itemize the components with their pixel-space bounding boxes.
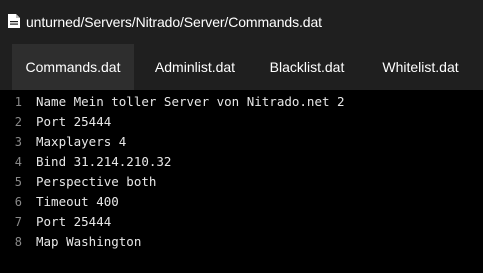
line-text[interactable]: Map Washington [28, 232, 141, 252]
tab-blacklist-dat[interactable]: Blacklist.dat [256, 44, 358, 90]
tab-commands-dat[interactable]: Commands.dat [12, 44, 134, 90]
code-line[interactable]: 5 Perspective both [0, 172, 483, 192]
tab-label: Whitelist.dat [382, 59, 459, 75]
code-line[interactable]: 3 Maxplayers 4 [0, 132, 483, 152]
line-text[interactable]: Name Mein toller Server von Nitrado.net … [28, 92, 345, 112]
line-text[interactable]: Perspective both [28, 172, 156, 192]
tab-label: Commands.dat [25, 59, 121, 75]
tab-label: Adminlist.dat [154, 59, 236, 75]
code-line[interactable]: 7 Port 25444 [0, 212, 483, 232]
code-editor[interactable]: 1 Name Mein toller Server von Nitrado.ne… [0, 90, 483, 273]
line-text[interactable]: Maxplayers 4 [28, 132, 126, 152]
line-number: 2 [14, 115, 22, 129]
code-line[interactable]: 4 Bind 31.214.210.32 [0, 152, 483, 172]
line-text[interactable]: Bind 31.214.210.32 [28, 152, 171, 172]
code-line[interactable]: 1 Name Mein toller Server von Nitrado.ne… [0, 92, 483, 112]
tab-adminlist-dat[interactable]: Adminlist.dat [134, 44, 256, 90]
line-number: 8 [14, 235, 22, 249]
file-tabs: Commands.dat Adminlist.dat Blacklist.dat… [0, 44, 483, 90]
tab-label: Blacklist.dat [269, 59, 345, 75]
file-icon [7, 13, 21, 29]
line-number: 6 [14, 195, 22, 209]
line-number: 3 [14, 135, 22, 149]
line-number: 4 [14, 155, 22, 169]
line-text[interactable]: Timeout 400 [28, 192, 119, 212]
line-number: 1 [14, 95, 22, 109]
file-path-bar: unturned/Servers/Nitrado/Server/Commands… [0, 0, 483, 44]
line-number: 7 [14, 215, 22, 229]
line-number: 5 [14, 175, 22, 189]
file-editor-window: unturned/Servers/Nitrado/Server/Commands… [0, 0, 483, 273]
code-line[interactable]: 8 Map Washington [0, 232, 483, 252]
line-text[interactable]: Port 25444 [28, 212, 111, 232]
tab-whitelist-dat[interactable]: Whitelist.dat [358, 44, 483, 90]
code-line[interactable]: 6 Timeout 400 [0, 192, 483, 212]
code-line[interactable]: 2 Port 25444 [0, 112, 483, 132]
file-path: unturned/Servers/Nitrado/Server/Commands… [26, 14, 322, 30]
line-text[interactable]: Port 25444 [28, 112, 111, 132]
